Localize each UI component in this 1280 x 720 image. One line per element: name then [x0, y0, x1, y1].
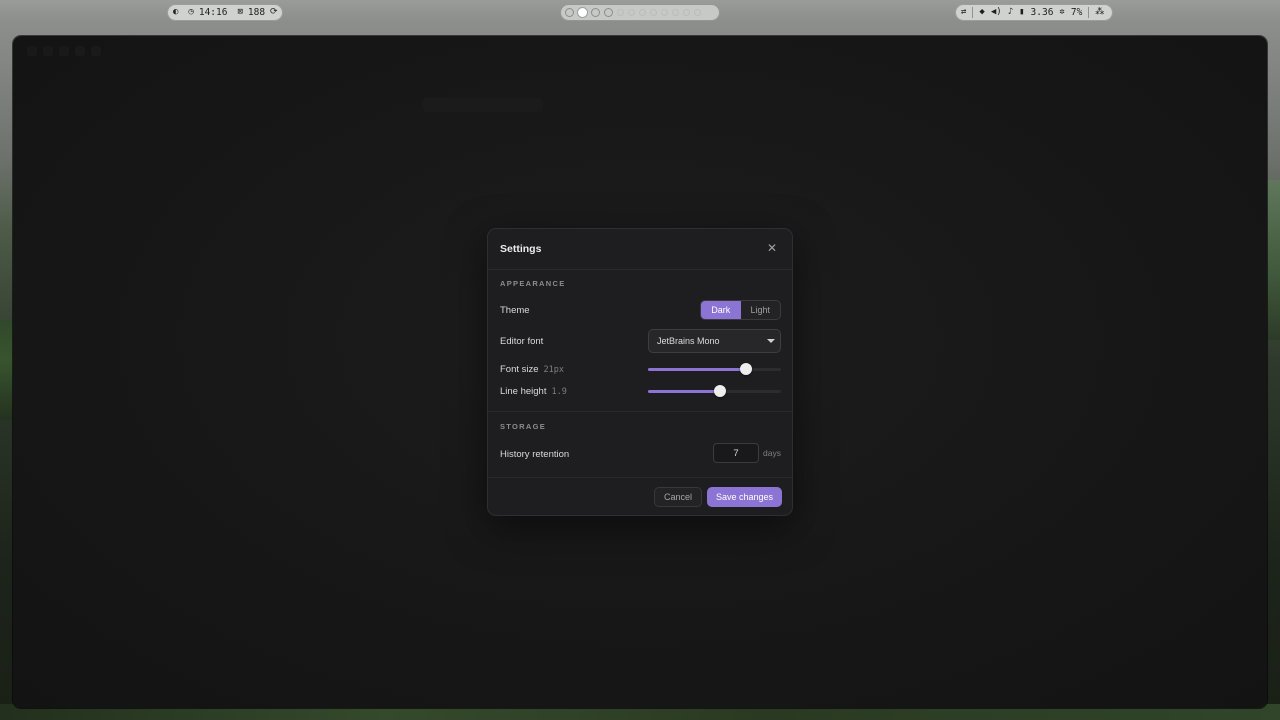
workspace-indicator[interactable]: [639, 9, 646, 16]
slider-handle[interactable]: [740, 363, 753, 375]
editor-font-label: Editor font: [500, 336, 544, 347]
line-height-label-text: Line height: [500, 386, 547, 397]
slider-handle[interactable]: [713, 385, 726, 397]
workspace-indicator[interactable]: [565, 8, 574, 17]
volume-icon[interactable]: ◀): [991, 8, 1002, 17]
topbar-right-group: ⇄ ◆ ◀) ♪ ▮ 3.36 ✲ 7% ⁂: [955, 4, 1113, 21]
divider: [488, 477, 792, 478]
font-size-value: 21px: [543, 365, 565, 375]
workspace-indicator-active[interactable]: [578, 8, 587, 17]
workspace-indicator[interactable]: [604, 8, 613, 17]
workspace-indicator[interactable]: [650, 9, 657, 16]
settings-dialog: Settings ✕ APPEARANCE Theme Dark Light E…: [487, 228, 793, 516]
workspace-indicator[interactable]: [694, 9, 701, 16]
font-size-slider[interactable]: [648, 363, 781, 375]
update-count: 188: [247, 7, 266, 18]
line-height-label: Line height 1.9: [500, 386, 567, 397]
theme-toggle-icon[interactable]: ◐: [173, 8, 178, 17]
cpu-icon: ✲: [1059, 7, 1065, 17]
section-label-storage: STORAGE: [500, 422, 547, 431]
network-transfer-icon[interactable]: ⇄: [961, 8, 966, 17]
workspace-indicator[interactable]: [661, 9, 668, 16]
refresh-icon[interactable]: ⟳: [270, 8, 278, 17]
editor-font-select[interactable]: JetBrains Mono: [648, 329, 781, 353]
tray-icon[interactable]: ⁂: [1095, 8, 1104, 17]
memory-value: 3.36: [1030, 7, 1054, 18]
editor-font-value: JetBrains Mono: [657, 336, 720, 346]
separator: [972, 7, 974, 18]
dimmed-content: [423, 98, 543, 112]
theme-label: Theme: [500, 305, 530, 316]
microphone-icon[interactable]: ♪: [1008, 8, 1013, 17]
workspace-indicator[interactable]: [591, 8, 600, 17]
workspace-indicator[interactable]: [628, 9, 635, 16]
topbar-left-group: ◐ ◷ 14:16 ⊠ 188 ⟳: [167, 4, 283, 21]
slider-fill: [648, 368, 747, 371]
line-height-slider[interactable]: [648, 385, 781, 397]
theme-option-light[interactable]: Light: [741, 301, 781, 319]
workspace-switcher: [560, 4, 720, 21]
workspace-indicator[interactable]: [672, 9, 679, 16]
save-changes-button[interactable]: Save changes: [707, 487, 782, 507]
dialog-header: Settings ✕: [488, 229, 792, 270]
theme-option-dark[interactable]: Dark: [701, 301, 741, 319]
cancel-button[interactable]: Cancel: [654, 487, 702, 507]
divider: [488, 411, 792, 412]
workspace-indicator[interactable]: [683, 9, 690, 16]
brightness-icon[interactable]: ◆: [979, 8, 984, 17]
memory-icon: ▮: [1019, 7, 1025, 17]
system-topbar: ◐ ◷ 14:16 ⊠ 188 ⟳ ⇄ ◆ ◀) ♪ ▮ 3.36 ✲ 7% ⁂: [0, 0, 1280, 26]
close-icon[interactable]: ✕: [766, 242, 778, 254]
theme-toggle: Dark Light: [700, 300, 781, 320]
window-titlebar: [13, 36, 1267, 66]
history-retention-unit: days: [763, 448, 781, 458]
section-label-appearance: APPEARANCE: [500, 279, 566, 288]
separator: [1088, 7, 1090, 18]
font-size-label-text: Font size: [500, 364, 539, 375]
package-icon: ⊠: [237, 7, 243, 17]
history-retention-label: History retention: [500, 449, 570, 460]
workspace-indicator[interactable]: [617, 9, 624, 16]
clock-icon: ◷: [188, 7, 194, 17]
line-height-value: 1.9: [551, 387, 567, 397]
slider-fill: [648, 390, 720, 393]
cpu-percent: 7%: [1070, 7, 1083, 18]
history-retention-input[interactable]: 7: [713, 443, 759, 463]
chevron-down-icon: [767, 339, 775, 343]
clock-text: 14:16: [198, 7, 228, 18]
dialog-title: Settings: [500, 243, 542, 255]
font-size-label: Font size 21px: [500, 364, 564, 375]
window-controls: [27, 46, 101, 56]
